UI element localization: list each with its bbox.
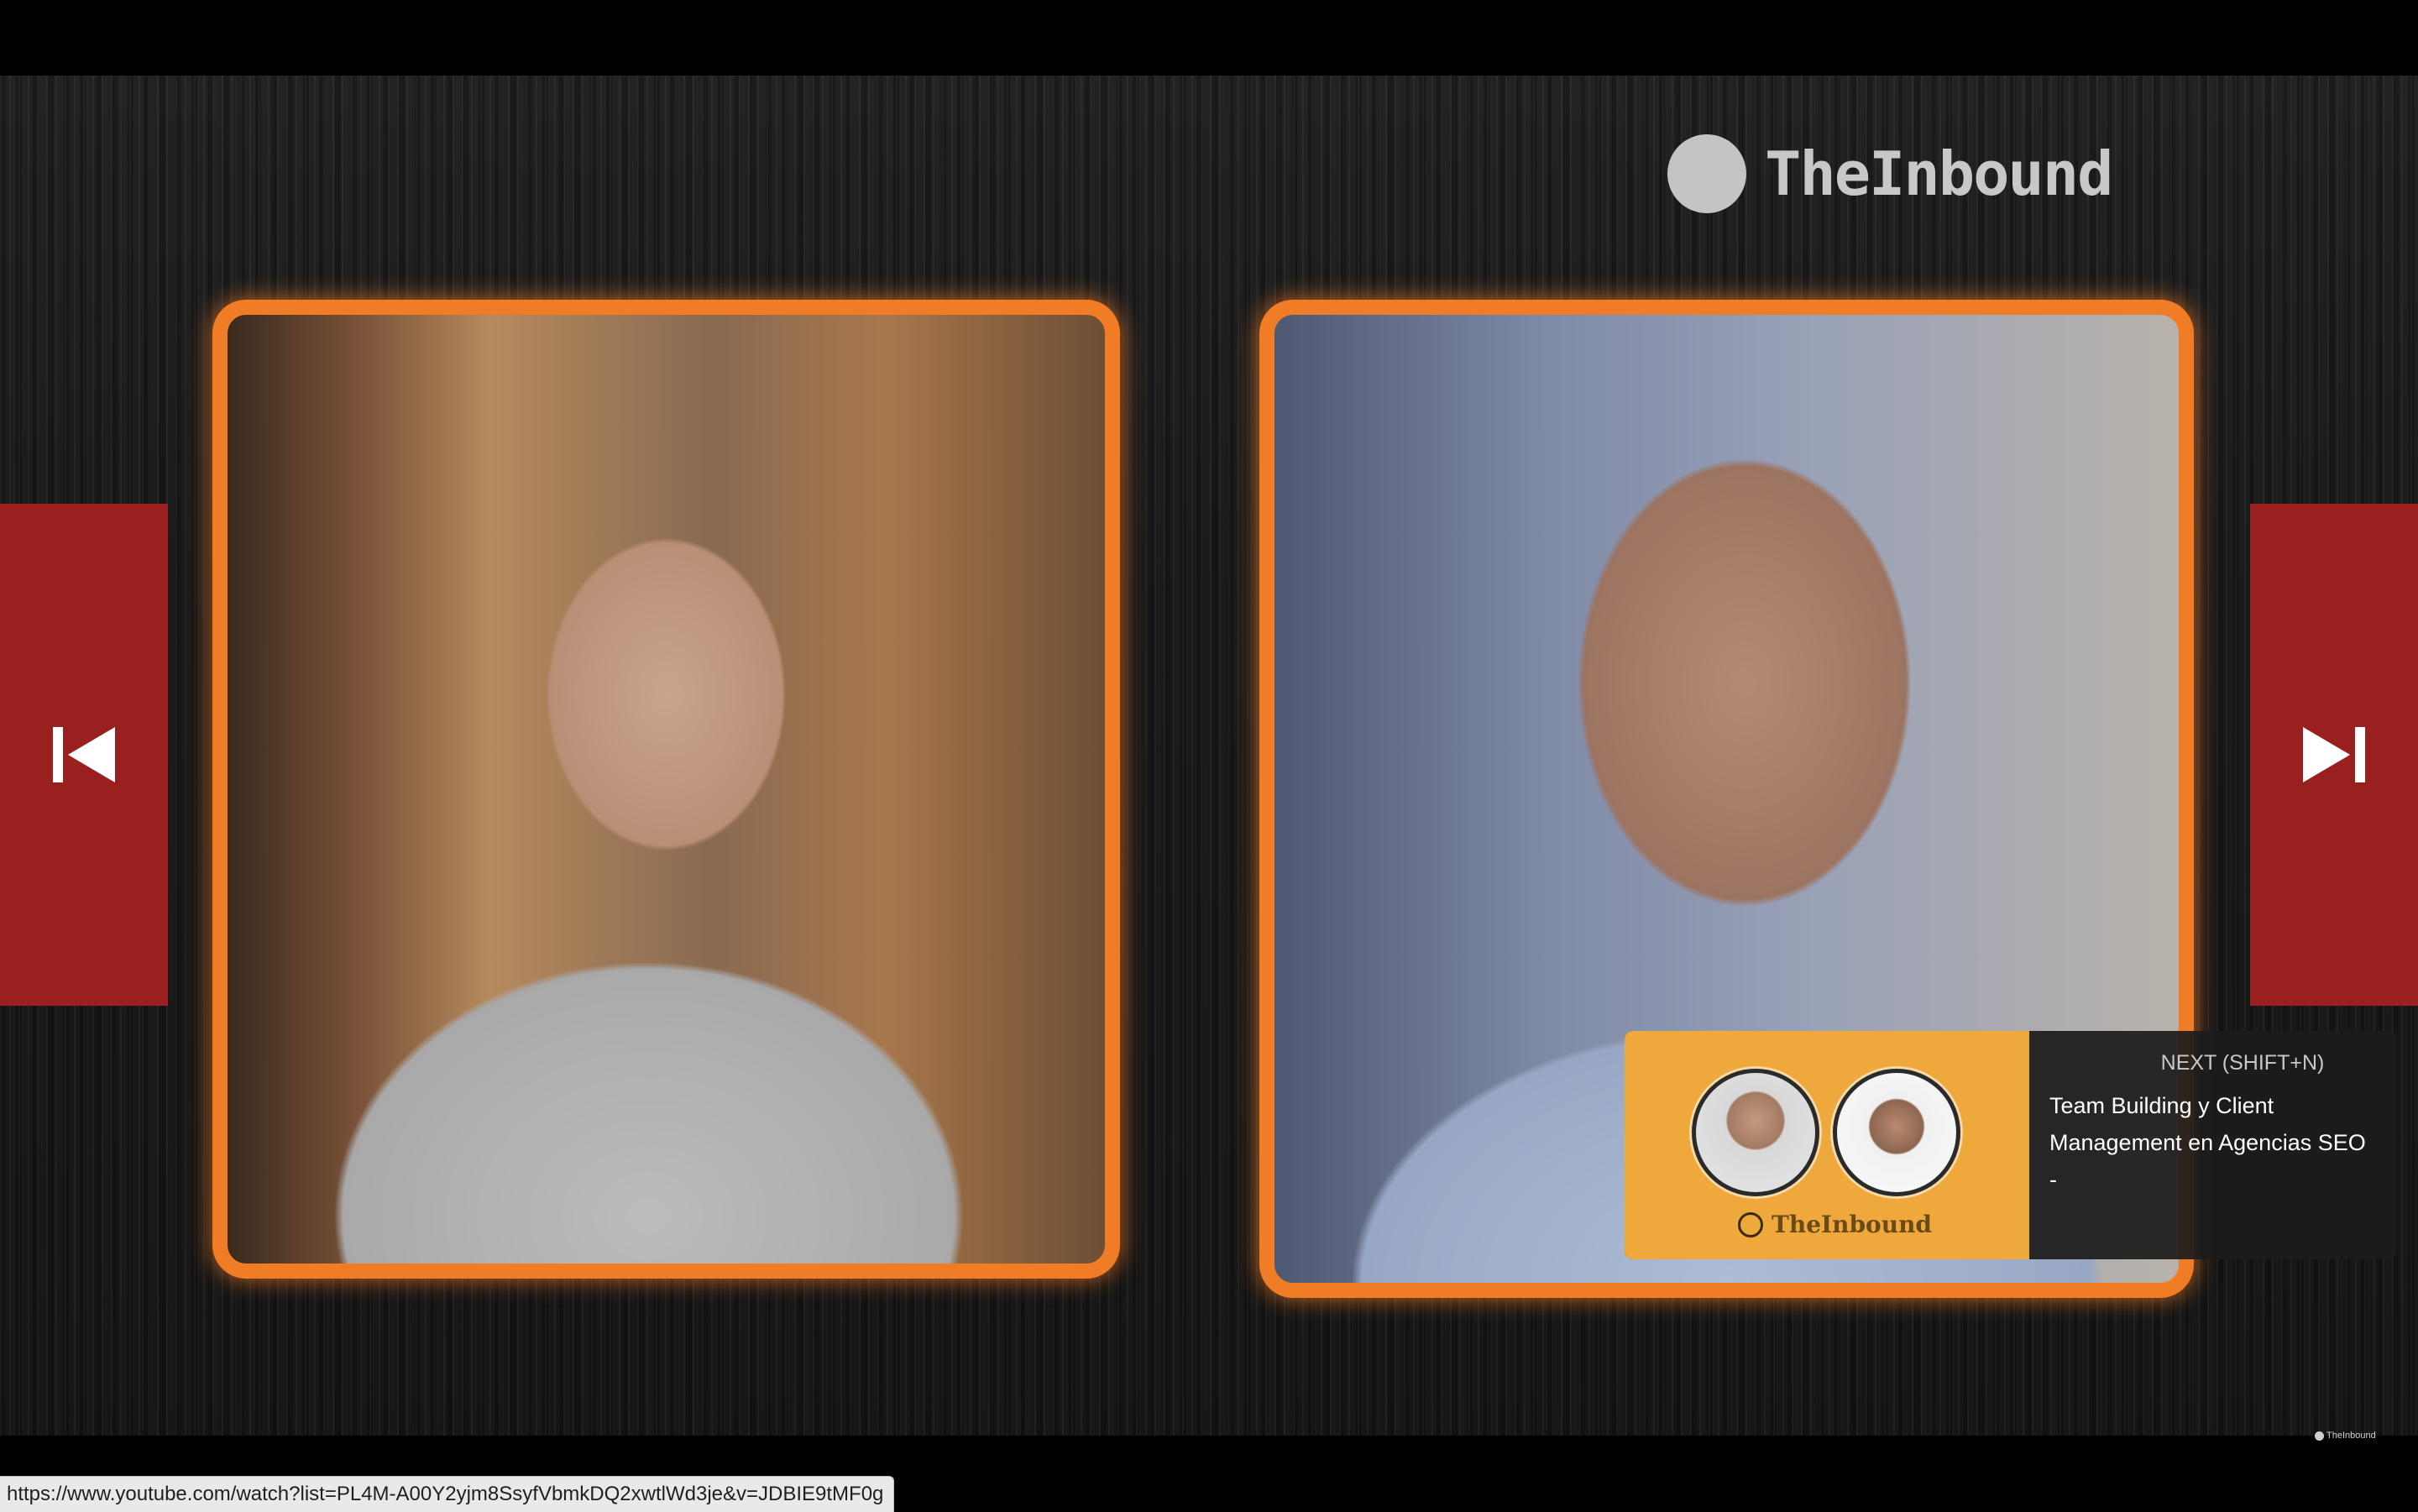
skip-previous-icon — [53, 727, 115, 782]
watermark-text: TheInbound — [2326, 1431, 2376, 1441]
next-video-thumbnail[interactable]: TheInbound — [1625, 1031, 2029, 1259]
thumbnail-brand-name: TheInbound — [1772, 1211, 1933, 1238]
circle-logo-icon — [1667, 134, 1746, 213]
channel-watermark[interactable]: TheInbound — [2315, 1431, 2376, 1441]
next-video-heading: NEXT (SHIFT+N) — [2160, 1051, 2325, 1075]
skip-next-icon — [2303, 727, 2365, 782]
host-avatar — [1692, 1069, 1819, 1196]
brand-name: TheInbound — [1765, 139, 2113, 209]
next-video-button[interactable] — [2250, 504, 2418, 1006]
brand-logo: TheInbound — [1667, 134, 2113, 213]
next-video-card[interactable]: TheInbound NEXT (SHIFT+N) Team Building … — [1625, 1031, 2397, 1259]
circle-logo-icon — [2315, 1431, 2324, 1441]
video-player[interactable]: TheInbound TheInbound NEXT (SHIFT+N) Tea… — [0, 0, 2418, 1511]
thumbnail-brand: TheInbound — [1738, 1211, 1932, 1238]
previous-video-button[interactable] — [0, 504, 168, 1006]
guest-avatar — [1833, 1069, 1960, 1196]
next-video-info: NEXT (SHIFT+N) Team Building y Client Ma… — [2029, 1031, 2397, 1259]
link-status-url: https://www.youtube.com/watch?list=PL4M-… — [0, 1476, 895, 1512]
host-video-frame — [212, 300, 1120, 1279]
circle-logo-icon — [1738, 1211, 1763, 1237]
next-video-title[interactable]: Team Building y Client Management en Age… — [2049, 1087, 2377, 1198]
